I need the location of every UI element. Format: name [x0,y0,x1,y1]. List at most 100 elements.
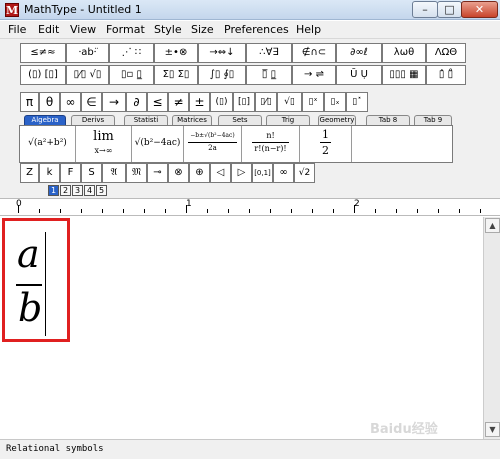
ruler-tick [249,209,250,213]
logical-palette-button[interactable]: ∴∀∃ [246,43,292,63]
script-s-symbol-button[interactable]: S [81,163,102,183]
interval-template-button[interactable]: [0,1] [252,163,273,183]
labeled-arrow-templates-button[interactable]: → ⇌ [292,65,336,85]
arrows-palette-button[interactable]: →⇔↓ [198,43,246,63]
right-triangle-symbol-button[interactable]: ▷ [231,163,252,183]
ruler[interactable]: 0 1 2 [0,198,500,216]
template-discriminant[interactable]: √(b²−4ac) [132,126,184,162]
ruler-tick [18,205,19,213]
misc-symbols-palette-button[interactable]: ∂∞ℓ [336,43,382,63]
matrix-templates-button[interactable]: ▯▯▯ ▦ [382,65,426,85]
ruler-tick [123,209,124,213]
close-button[interactable]: ✕ [461,1,498,18]
embellishments-palette-button[interactable]: ⋰ ∷ [109,43,154,63]
overbar-templates-button[interactable]: ▯̅ ▯̲ [246,65,292,85]
partial-symbol-button[interactable]: ∂ [126,92,147,112]
ruler-tick [312,209,313,213]
square-root-template-button[interactable]: √▯ [277,92,302,112]
menu-format[interactable]: Format [106,23,145,36]
integral-templates-button[interactable]: ∫▯ ∮▯ [198,65,246,85]
scroll-up-icon[interactable]: ▲ [485,218,500,233]
template-one-half[interactable]: 1 2 [300,126,352,162]
status-text: Relational symbols [6,444,104,454]
menu-size[interactable]: Size [191,23,214,36]
quadratic-numerator: −b±√(b²−4ac) [188,130,237,143]
theta-symbol-button[interactable]: θ [39,92,60,112]
box-templates-button[interactable]: ▯̂ ▯̊ [426,65,466,85]
tab-statistics[interactable]: Statisti [124,115,168,125]
summation-templates-button[interactable]: Σ▯ Σ▯ [154,65,198,85]
tab-matrices[interactable]: Matrices [172,115,212,125]
fraktur-a-symbol-button[interactable]: 𝔄 [102,163,126,183]
tab-9[interactable]: Tab 9 [414,115,452,125]
operators-palette-button[interactable]: ±•⊗ [154,43,198,63]
parentheses-template-button[interactable]: (▯) [210,92,233,112]
fraction-radical-templates-button[interactable]: ▯⁄▯ √▯ [66,65,109,85]
template-quadratic-formula[interactable]: −b±√(b²−4ac) 2a [184,126,242,162]
template-combination[interactable]: n! r!(n−r)! [242,126,300,162]
size-tab-2[interactable]: 2 [60,185,71,196]
pi-symbol-button[interactable]: π [20,92,39,112]
tab-derivs[interactable]: Derivs [71,115,115,125]
menu-file[interactable]: File [8,23,26,36]
mathtype-icon: M [5,3,19,17]
superscript-template-button[interactable]: ▯ˣ [302,92,324,112]
menu-preferences[interactable]: Preferences [224,23,289,36]
infinity-symbol-button[interactable]: ∞ [60,92,81,112]
sqrt-two-button[interactable]: √2 [294,163,315,183]
minimize-button[interactable]: – [412,1,438,18]
infinity-loop-symbol-button[interactable]: ∞ [273,163,294,183]
relational-palette-button[interactable]: ≤≠≈ [20,43,66,63]
fraction-template-button[interactable]: ▯⁄▯ [255,92,277,112]
k-symbol-button[interactable]: k [39,163,60,183]
ruler-tick [417,209,418,213]
element-of-symbol-button[interactable]: ∈ [81,92,102,112]
ruler-tick [480,209,481,213]
menu-edit[interactable]: Edit [38,23,59,36]
menu-view[interactable]: View [70,23,96,36]
template-hypotenuse[interactable]: √(a²+b²) [20,126,76,162]
fence-templates-button[interactable]: (▯) [▯] [20,65,66,85]
menu-style[interactable]: Style [154,23,182,36]
size-tab-5[interactable]: 5 [96,185,107,196]
template-limit[interactable]: lim x→∞ [76,126,132,162]
fraktur-m-symbol-button[interactable]: 𝔐 [126,163,147,183]
greek-uppercase-palette-button[interactable]: ΛΩΘ [426,43,466,63]
integers-symbol-button[interactable]: Z [20,163,39,183]
products-templates-button[interactable]: Ū Ụ [336,65,382,85]
greek-lowercase-palette-button[interactable]: λωθ [382,43,426,63]
vertical-scrollbar[interactable]: ▲ ▼ [483,217,500,439]
tab-trig[interactable]: Trig [266,115,310,125]
subscript-template-button[interactable]: ▯ₓ [324,92,346,112]
spaces-palette-button[interactable]: ⸱ab⸱̈ [66,43,109,63]
arrow-symbol-button[interactable]: → [102,92,126,112]
menu-help[interactable]: Help [296,23,321,36]
circled-times-symbol-button[interactable]: ⊗ [168,163,189,183]
equation-editor[interactable] [0,217,483,439]
brackets-template-button[interactable]: [▯] [233,92,255,112]
plus-minus-symbol-button[interactable]: ± [189,92,210,112]
highlight-box [2,218,70,342]
title-bar: M MathType - Untitled 1 – □ ✕ [0,0,500,20]
set-theory-palette-button[interactable]: ∉∩⊂ [292,43,336,63]
tab-8[interactable]: Tab 8 [366,115,410,125]
not-equal-symbol-button[interactable]: ≠ [168,92,189,112]
combination-numerator: n! [252,130,289,143]
less-equal-symbol-button[interactable]: ≤ [147,92,168,112]
left-triangle-symbol-button[interactable]: ◁ [210,163,231,183]
maximize-button[interactable]: □ [437,1,462,18]
half-denominator: 2 [322,144,329,157]
scroll-down-icon[interactable]: ▼ [485,422,500,437]
size-tab-3[interactable]: 3 [72,185,83,196]
multimap-symbol-button[interactable]: ⊸ [147,163,168,183]
sub-superscript-template-button[interactable]: ▯˟ [346,92,368,112]
size-tab-4[interactable]: 4 [84,185,95,196]
tab-sets[interactable]: Sets [218,115,262,125]
circled-plus-symbol-button[interactable]: ⊕ [189,163,210,183]
size-tab-1[interactable]: 1 [48,185,59,196]
ruler-tick [291,209,292,213]
tab-algebra[interactable]: Algebra [24,115,66,125]
tab-geometry[interactable]: Geometry [318,115,356,125]
script-f-symbol-button[interactable]: F [60,163,81,183]
subscript-templates-button[interactable]: ▯▫ ▯̲ [109,65,154,85]
